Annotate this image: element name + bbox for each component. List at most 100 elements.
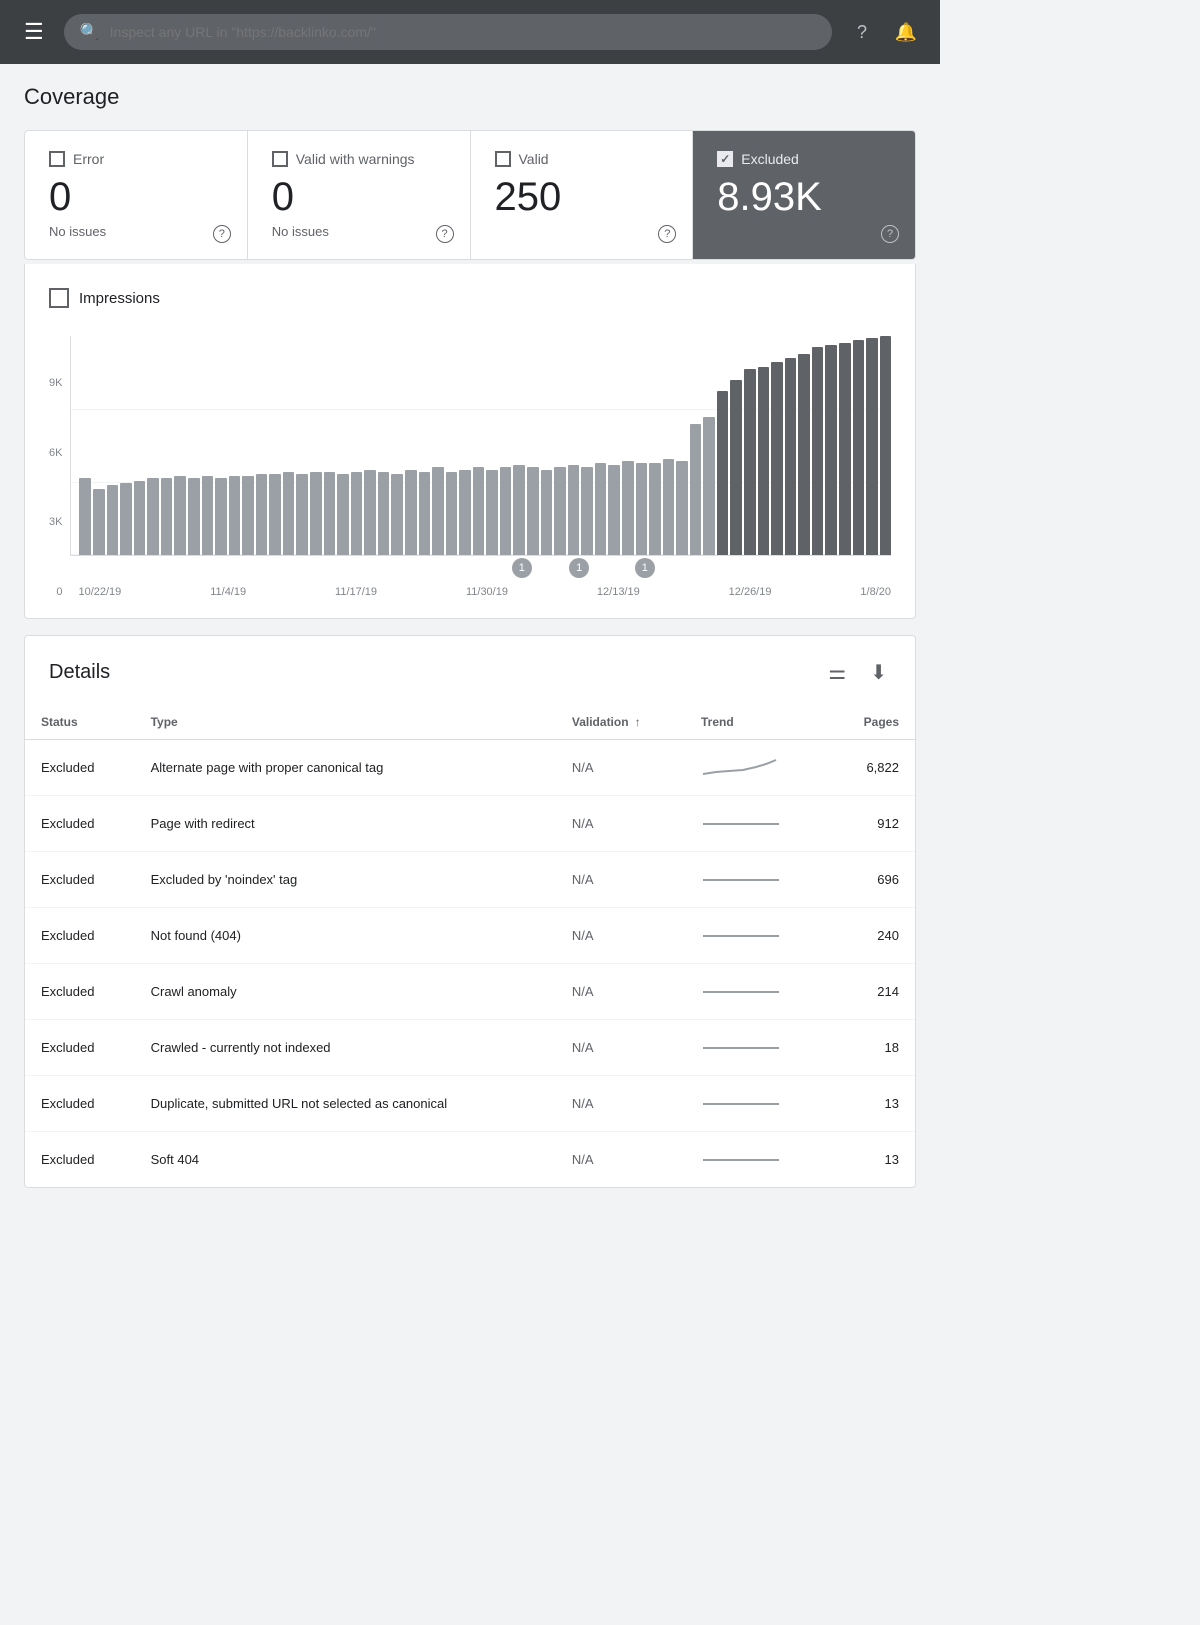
cell-trend [685, 796, 829, 852]
marker-1: 1 [512, 558, 532, 578]
y-tick-3k: 3K [49, 517, 62, 528]
bar [79, 478, 91, 555]
table-row[interactable]: ExcludedPage with redirectN/A912 [25, 796, 915, 852]
bar [486, 470, 498, 555]
bar [541, 470, 553, 555]
x-label-0: 10/22/19 [78, 586, 121, 598]
bar [730, 380, 742, 555]
cell-type: Alternate page with proper canonical tag [135, 740, 556, 796]
search-icon: 🔍 [80, 22, 100, 42]
table-row[interactable]: ExcludedDuplicate, submitted URL not sel… [25, 1076, 915, 1132]
cell-type: Crawled - currently not indexed [135, 1020, 556, 1076]
excluded-checkbox[interactable]: ✓ [717, 151, 733, 167]
table-row[interactable]: ExcludedSoft 404N/A13 [25, 1132, 915, 1188]
bar [351, 472, 363, 555]
th-validation-label: Validation ↑ [572, 715, 669, 729]
trend-svg [701, 1034, 781, 1058]
cell-type: Page with redirect [135, 796, 556, 852]
impressions-checkbox[interactable] [49, 288, 69, 308]
details-card: Details ⚌ ⬇ Status Type Validation ↑ [24, 635, 916, 1188]
y-axis: 9K 6K 3K 0 [49, 378, 70, 598]
cell-status: Excluded [25, 796, 135, 852]
error-checkbox[interactable] [49, 151, 65, 167]
x-label-6: 1/8/20 [860, 586, 891, 598]
x-labels: 10/22/19 11/4/19 11/17/19 11/30/19 12/13… [70, 586, 891, 598]
header-row: Status Type Validation ↑ Trend Pages [25, 705, 915, 740]
cell-pages: 696 [829, 852, 915, 908]
y-tick-0: 0 [56, 587, 62, 598]
table-row[interactable]: ExcludedCrawled - currently not indexedN… [25, 1020, 915, 1076]
stat-excluded[interactable]: ✓ Excluded 8.93K ? [693, 131, 915, 259]
bar [663, 459, 675, 555]
bar [866, 338, 878, 555]
bar [256, 474, 268, 555]
bar [744, 369, 756, 555]
stat-error-value: 0 [49, 175, 223, 220]
cell-trend [685, 1132, 829, 1188]
stat-valid[interactable]: Valid 250 ? [471, 131, 694, 259]
x-label-3: 11/30/19 [466, 586, 508, 598]
bar [378, 472, 390, 555]
valid-help-icon[interactable]: ? [658, 225, 676, 243]
cell-status: Excluded [25, 1076, 135, 1132]
th-type: Type [135, 705, 556, 740]
bar [608, 465, 620, 555]
th-validation[interactable]: Validation ↑ [556, 705, 685, 740]
th-trend: Trend [685, 705, 829, 740]
trend-svg [701, 1090, 781, 1114]
stat-excluded-header: ✓ Excluded [717, 151, 891, 167]
bar [229, 476, 241, 555]
cell-status: Excluded [25, 852, 135, 908]
help-icon[interactable]: ? [844, 14, 880, 50]
menu-button[interactable]: ☰ [16, 11, 52, 53]
valid-warnings-help-icon[interactable]: ? [436, 225, 454, 243]
stat-valid-warnings-value: 0 [272, 175, 446, 220]
bar [771, 362, 783, 555]
stat-error[interactable]: Error 0 No issues ? [25, 131, 248, 259]
table-row[interactable]: ExcludedNot found (404)N/A240 [25, 908, 915, 964]
valid-warnings-checkbox[interactable] [272, 151, 288, 167]
table-row[interactable]: ExcludedExcluded by 'noindex' tagN/A696 [25, 852, 915, 908]
y-tick-9k: 9K [49, 378, 62, 389]
stat-valid-value: 250 [495, 175, 669, 220]
bar [785, 358, 797, 555]
excluded-help-icon[interactable]: ? [881, 225, 899, 243]
error-help-icon[interactable]: ? [213, 225, 231, 243]
search-box[interactable]: 🔍 [64, 14, 832, 50]
filter-icon[interactable]: ⚌ [824, 656, 850, 689]
cell-validation: N/A [556, 740, 685, 796]
download-icon[interactable]: ⬇ [866, 656, 891, 689]
table-row[interactable]: ExcludedAlternate page with proper canon… [25, 740, 915, 796]
details-title: Details [49, 661, 110, 684]
cell-pages: 912 [829, 796, 915, 852]
trend-svg [701, 866, 781, 890]
stat-valid-warnings[interactable]: Valid with warnings 0 No issues ? [248, 131, 471, 259]
chart-container: 9K 6K 3K 0 1 1 1 10/22/19 11/4/19 11/17/… [49, 336, 891, 598]
bar [581, 467, 593, 555]
details-header: Details ⚌ ⬇ [25, 636, 915, 705]
cell-pages: 214 [829, 964, 915, 1020]
cell-trend [685, 908, 829, 964]
bar [107, 485, 119, 555]
table-row[interactable]: ExcludedCrawl anomalyN/A214 [25, 964, 915, 1020]
trend-svg [701, 922, 781, 946]
topbar: ☰ 🔍 ? 🔔 [0, 0, 940, 64]
bar [568, 465, 580, 555]
bar [147, 478, 159, 555]
trend-svg [701, 754, 781, 778]
stat-excluded-label: Excluded [741, 151, 799, 167]
cell-status: Excluded [25, 1132, 135, 1188]
cell-trend [685, 740, 829, 796]
notification-icon[interactable]: 🔔 [888, 14, 924, 50]
bar [513, 465, 525, 555]
valid-checkbox[interactable] [495, 151, 511, 167]
bar [364, 470, 376, 555]
bar [500, 467, 512, 555]
bar [853, 340, 865, 555]
cell-pages: 13 [829, 1132, 915, 1188]
bar [527, 467, 539, 555]
cell-status: Excluded [25, 1020, 135, 1076]
bars-wrapper: 1 1 1 10/22/19 11/4/19 11/17/19 11/30/19… [70, 336, 891, 598]
search-input[interactable] [110, 24, 816, 40]
th-status: Status [25, 705, 135, 740]
